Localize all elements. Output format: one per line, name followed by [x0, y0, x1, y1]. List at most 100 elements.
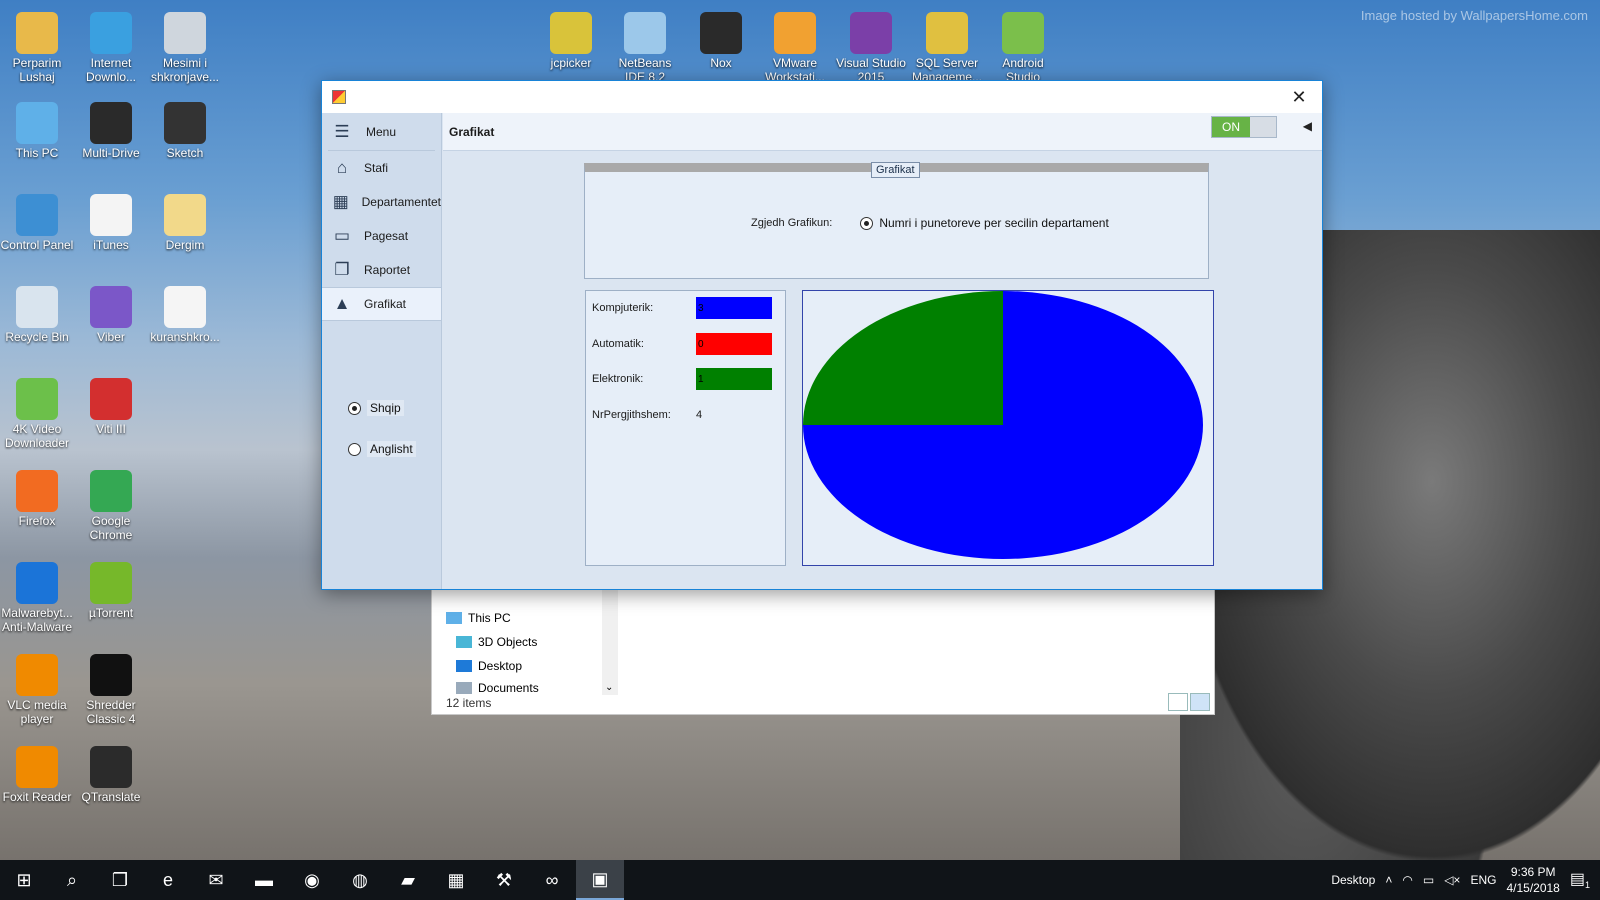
documents-icon	[456, 682, 472, 694]
app-titlebar[interactable]: ✕	[322, 81, 1322, 113]
desktop-icon-item[interactable]: jcpicker	[534, 8, 608, 70]
firefox-icon[interactable]: ◍	[336, 860, 384, 900]
close-icon[interactable]: ✕	[1276, 81, 1322, 113]
edge-icon[interactable]: e	[144, 860, 192, 900]
desktop-icon-item[interactable]: Mesimi i shkronjave...	[148, 8, 222, 84]
sidebar-item-grafikat[interactable]: ▲ Grafikat	[322, 287, 441, 321]
desktop-icon-item[interactable]: Malwarebyt... Anti-Malware	[0, 558, 74, 634]
taskbar: ⊞ ⌕ ❐ e ✉ ▬ ◉ ◍ ▰ ▦ ⚒ ∞ ▣ Desktop ˄ ◠ ▭ ◁× ENG 9:36 …	[0, 860, 1600, 900]
desktop-icon-item[interactable]: This PC	[0, 98, 74, 160]
notepad-icon[interactable]: ▰	[384, 860, 432, 900]
desktop-icon-item[interactable]: iTunes	[74, 190, 148, 252]
desktop-icon-item[interactable]: Visual Studio 2015	[834, 8, 908, 84]
details-view-icon[interactable]	[1168, 693, 1188, 711]
radio-checked-icon	[860, 216, 874, 230]
explorer-nav-pane: This PC 3D Objects Desktop Documents ⌄	[432, 589, 618, 695]
desktop-icon-item[interactable]: 4K Video Downloader	[0, 374, 74, 450]
app-shortcut-icon	[16, 286, 58, 328]
explorer-scrollbar[interactable]: ⌄	[602, 589, 618, 695]
grid-icon: ▦	[332, 192, 349, 211]
language-shqip-radio[interactable]: Shqip	[348, 400, 404, 416]
app-shortcut-icon	[16, 12, 58, 54]
desktop-icon-item[interactable]: NetBeans IDE 8.2	[608, 8, 682, 84]
desktop-icon-item[interactable]: Dergim	[148, 190, 222, 252]
app-shortcut-icon	[90, 562, 132, 604]
spreadsheet-icon[interactable]: ▦	[432, 860, 480, 900]
app-shortcut-icon	[16, 562, 58, 604]
nav-item-this-pc[interactable]: This PC	[446, 611, 511, 625]
desktop-icon-item[interactable]: Multi-Drive	[74, 98, 148, 160]
sqlserver-icon[interactable]: ⚒	[480, 860, 528, 900]
app-shortcut-icon	[16, 194, 58, 236]
desktop-icon-item[interactable]: Foxit Reader	[0, 742, 74, 804]
app-window: ✕ ☰ Menu ⌂ Stafi ▦ Departamentet ▭ Pages…	[321, 80, 1323, 590]
app-icon[interactable]: ▣	[576, 860, 624, 900]
on-off-toggle[interactable]: ON	[1211, 116, 1277, 138]
volume-icon[interactable]: ◁×	[1444, 873, 1460, 887]
chart-option-radio[interactable]: Numri i punetoreve per secilin departame…	[860, 216, 1109, 230]
desktop-icon-item[interactable]: Perparim Lushaj	[0, 8, 74, 84]
network-icon[interactable]: ◠	[1402, 873, 1412, 887]
desktop-icon-item[interactable]: Sketch	[148, 98, 222, 160]
collapse-left-icon[interactable]: ◀	[1303, 119, 1312, 133]
desktop-icon-item[interactable]: µTorrent	[74, 558, 148, 620]
desktop-icon-item[interactable]: VMware Workstati...	[758, 8, 832, 84]
app-shortcut-icon	[90, 12, 132, 54]
desktop-icon-item[interactable]: Viber	[74, 282, 148, 344]
notification-icon[interactable]: ▤1	[1570, 869, 1590, 890]
taskbar-apps: ⊞ ⌕ ❐ e ✉ ▬ ◉ ◍ ▰ ▦ ⚒ ∞ ▣	[0, 860, 624, 900]
start-icon[interactable]: ⊞	[0, 860, 48, 900]
desktop-icon-item[interactable]: Nox	[684, 8, 758, 70]
chrome-icon[interactable]: ◉	[288, 860, 336, 900]
nav-item-desktop[interactable]: Desktop	[456, 659, 522, 673]
scroll-down-icon[interactable]: ⌄	[605, 682, 613, 693]
app-shortcut-icon	[164, 12, 206, 54]
desktop-icon-item[interactable]: Internet Downlo...	[74, 8, 148, 84]
file-explorer-window[interactable]: This PC 3D Objects Desktop Documents ⌄ 1…	[431, 588, 1215, 715]
desktop-icon-item[interactable]: QTranslate	[74, 742, 148, 804]
sidebar-item-stafi[interactable]: ⌂ Stafi	[322, 151, 441, 185]
app-shortcut-icon	[16, 470, 58, 512]
clock[interactable]: 9:36 PM 4/15/2018	[1506, 864, 1559, 896]
desktop-icon-item[interactable]: SQL Server Manageme...	[910, 8, 984, 84]
battery-icon[interactable]: ▭	[1423, 873, 1434, 887]
department-counts-panel: Kompjuterik: 3 Automatik: 0 Elektronik: …	[585, 290, 786, 566]
tray-overflow-icon[interactable]: ˄	[1385, 873, 1392, 887]
desktop-icon-item[interactable]: Recycle Bin	[0, 282, 74, 344]
menu-toggle[interactable]: ☰ Menu	[328, 113, 435, 151]
sidebar-item-departamentet[interactable]: ▦ Departamentet	[322, 185, 441, 219]
desktop-icon-item[interactable]: Firefox	[0, 466, 74, 528]
sidebar: ☰ Menu ⌂ Stafi ▦ Departamentet ▭ Pagesat…	[322, 113, 442, 589]
nav-item-3d-objects[interactable]: 3D Objects	[456, 635, 537, 649]
app-shortcut-icon	[16, 746, 58, 788]
desktop-icon-item[interactable]: Shredder Classic 4	[74, 650, 148, 726]
desktop-icon-item[interactable]: Android Studio	[986, 8, 1060, 84]
language-indicator[interactable]: ENG	[1470, 873, 1496, 887]
pie-slice-elektronik	[803, 291, 1003, 425]
app-shortcut-icon	[550, 12, 592, 54]
task-view-icon[interactable]: ❐	[96, 860, 144, 900]
visualstudio-icon[interactable]: ∞	[528, 860, 576, 900]
desktop-icon-item[interactable]: Google Chrome	[74, 466, 148, 542]
sidebar-item-raportet[interactable]: ❐ Raportet	[322, 253, 441, 287]
chart-icon: ▲	[333, 294, 351, 313]
app-shortcut-icon	[700, 12, 742, 54]
desktop-toolbar-label[interactable]: Desktop	[1331, 873, 1375, 887]
sidebar-item-pagesat[interactable]: ▭ Pagesat	[322, 219, 441, 253]
desktop-icon-item[interactable]: VLC media player	[0, 650, 74, 726]
page-title: Grafikat	[449, 124, 495, 139]
app-shortcut-icon	[90, 470, 132, 512]
search-icon[interactable]: ⌕	[48, 860, 96, 900]
radio-unchecked-icon	[348, 442, 361, 456]
desktop-icon-item[interactable]: kuranshkro...	[148, 282, 222, 344]
nav-item-documents[interactable]: Documents	[456, 681, 539, 695]
language-anglisht-radio[interactable]: Anglisht	[348, 441, 416, 457]
mail-icon[interactable]: ✉	[192, 860, 240, 900]
large-icons-view-icon[interactable]	[1190, 693, 1210, 711]
explorer-icon[interactable]: ▬	[240, 860, 288, 900]
desktop-icon-item[interactable]: Control Panel	[0, 190, 74, 252]
clock-time: 9:36 PM	[1510, 865, 1556, 879]
count-row-automatik: Automatik: 0	[592, 333, 772, 355]
count-row-kompjuterik: Kompjuterik: 3	[592, 297, 772, 319]
desktop-icon-item[interactable]: Viti III	[74, 374, 148, 436]
